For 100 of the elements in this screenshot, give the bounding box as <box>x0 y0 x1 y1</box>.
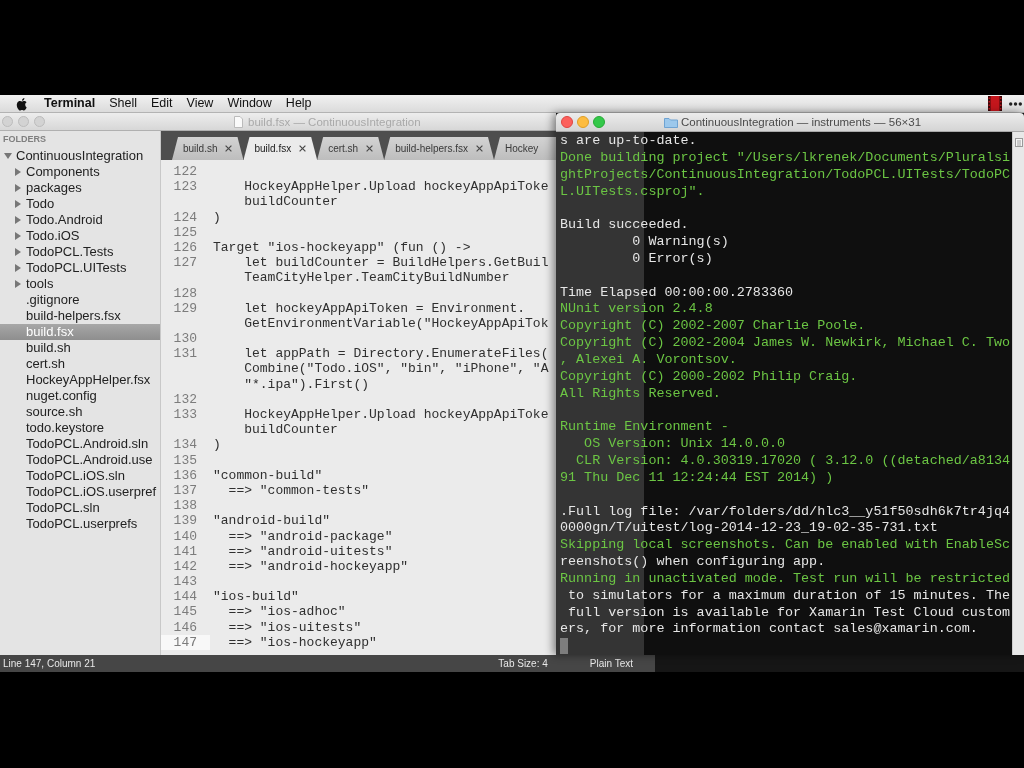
terminal-line: L.UITests.csproj". <box>560 183 705 201</box>
terminal-line: Build succeeded. <box>560 217 689 235</box>
code-line: Combine("Todo.iOS", "bin", "iPhone", "A <box>243 361 549 377</box>
menu-item[interactable]: Edit <box>143 95 180 112</box>
disclosure-triangle-icon[interactable] <box>14 232 22 240</box>
line-number: 144 <box>172 589 198 605</box>
sidebar-heading: FOLDERS <box>2 133 47 146</box>
tab[interactable]: cert.sh <box>317 137 385 160</box>
tab[interactable]: build.fsx <box>243 137 318 160</box>
tree-item[interactable]: HockeyAppHelper.fsx <box>0 372 160 388</box>
line-number: 129 <box>172 300 198 316</box>
line-number: 130 <box>172 331 198 347</box>
close-icon[interactable] <box>299 145 307 152</box>
tree-item[interactable]: TodoPCL.Tests <box>0 244 160 260</box>
terminal-line: s are up-to-date. <box>560 133 697 150</box>
code-line: ) <box>213 209 221 225</box>
tree-item[interactable]: todo.keystore <box>0 420 160 436</box>
terminal-line: 0 Warning(s) <box>631 234 729 251</box>
tab[interactable]: Hockey <box>494 137 556 160</box>
terminal-line: All Rights Reserved. <box>560 385 721 403</box>
code-line: HockeyAppHelper.Upload hockeyAppApiToke <box>243 179 549 195</box>
terminal-line: Time Elapsed 00:00:00.2783360 <box>560 284 794 302</box>
tree-item[interactable]: TodoPCL.iOS.sln <box>0 468 160 484</box>
close-icon[interactable] <box>225 145 233 152</box>
tree-item[interactable]: TodoPCL.sln <box>0 500 160 516</box>
tree-item[interactable]: TodoPCL.UITests <box>0 260 160 276</box>
tree-item[interactable]: cert.sh <box>0 356 160 372</box>
zoom-button[interactable] <box>593 116 605 128</box>
menu-item[interactable]: Shell <box>102 95 144 112</box>
code-line: let appPath = Directory.EnumerateFiles( <box>243 346 549 362</box>
disclosure-triangle-icon[interactable] <box>14 280 22 288</box>
scrollbar[interactable] <box>1012 132 1024 655</box>
tree-item[interactable]: build-helpers.fsx <box>0 308 160 324</box>
disclosure-triangle-icon[interactable] <box>14 248 22 256</box>
line-number: 126 <box>172 239 198 256</box>
code-line: ==> "ios-hockeyapp" <box>227 634 377 650</box>
line-number: 127 <box>172 255 198 271</box>
disclosure-triangle-icon[interactable] <box>14 168 22 176</box>
line-number: 141 <box>172 543 198 559</box>
line-number: 131 <box>172 346 198 362</box>
line-number: 146 <box>172 619 198 635</box>
code-line: ) <box>213 437 221 453</box>
tree-item[interactable]: Components <box>0 164 160 180</box>
code-line: ==> "ios-uitests" <box>227 619 362 635</box>
line-number: 134 <box>172 437 198 453</box>
tab[interactable]: build-helpers.fsx <box>384 137 494 160</box>
disclosure-triangle-icon[interactable] <box>4 152 12 160</box>
code-line: buildCounter <box>243 422 338 438</box>
tree-item[interactable]: Todo.Android <box>0 212 160 228</box>
close-icon[interactable] <box>476 145 483 152</box>
menu-item[interactable]: Help <box>278 95 319 112</box>
tree-item[interactable]: build.sh <box>0 340 160 356</box>
terminal-line: Runtime Environment - <box>560 419 729 437</box>
minimize-button[interactable] <box>577 116 589 128</box>
close-button[interactable] <box>561 116 573 128</box>
window-title: build.fsx — ContinuousIntegration <box>248 115 421 128</box>
terminal-line: reenshots() when configuring app. <box>560 554 826 571</box>
line-number: 128 <box>172 285 198 301</box>
syntax-selector[interactable]: Plain Text <box>589 658 633 669</box>
tree-item[interactable]: nuget.config <box>0 388 160 404</box>
app-menu[interactable]: Terminal <box>37 95 103 112</box>
tree-item[interactable]: packages <box>0 180 160 196</box>
terminal-line: 0 Error(s) <box>631 250 713 268</box>
menu-item[interactable]: View <box>179 95 221 112</box>
line-number: 136 <box>172 467 198 483</box>
tree-item[interactable]: Todo <box>0 196 160 212</box>
tree-item[interactable]: TodoPCL.Android.sln <box>0 436 160 452</box>
terminal-line: Copyright (C) 2000-2002 Philip Craig. <box>560 368 858 386</box>
window-title: ContinuousIntegration — instruments — 56×31 <box>681 116 922 128</box>
tree-item[interactable]: tools <box>0 276 160 292</box>
film-strip-icon[interactable] <box>988 96 1002 111</box>
code-line: GetEnvironmentVariable("HockeyAppApiTok <box>243 315 549 332</box>
tree-item[interactable]: .gitignore <box>0 292 160 308</box>
tree-item[interactable]: source.sh <box>0 404 160 420</box>
tree-item[interactable]: Todo.iOS <box>0 228 160 244</box>
tree-item[interactable]: ContinuousIntegration <box>0 148 160 164</box>
code-line: HockeyAppHelper.Upload hockeyAppApiToke <box>243 407 549 423</box>
disclosure-triangle-icon[interactable] <box>14 264 22 272</box>
tab-size-selector[interactable]: Tab Size: 4 <box>498 658 548 669</box>
disclosure-triangle-icon[interactable] <box>14 200 22 208</box>
line-number: 147 <box>161 634 210 650</box>
terminal-line: .Full log file: /var/folders/dd/hlc3__y51f50sdh6k7tr4jq4 <box>560 503 1010 521</box>
code-line: "common-build" <box>213 467 323 483</box>
tab[interactable]: build.sh <box>172 137 244 160</box>
apple-logo-icon[interactable] <box>16 96 27 111</box>
line-number: 135 <box>172 452 198 468</box>
terminal-line: Copyright (C) 2002-2007 Charlie Poole. <box>560 318 866 336</box>
tree-item[interactable]: TodoPCL.userprefs <box>0 516 160 532</box>
disclosure-triangle-icon[interactable] <box>14 184 22 192</box>
handle-icon[interactable] <box>1014 138 1023 147</box>
ellipsis-icon[interactable] <box>1009 101 1022 106</box>
close-icon[interactable] <box>366 145 374 152</box>
tree-item[interactable]: TodoPCL.Android.use <box>0 452 160 468</box>
terminal-line: CLR Version: 4.0.30319.17020 ( 3.12.0 ((detached/a8134 <box>575 453 1010 470</box>
line-number: 125 <box>172 224 198 240</box>
tree-item[interactable]: TodoPCL.iOS.userpref <box>0 484 160 500</box>
disclosure-triangle-icon[interactable] <box>14 216 22 224</box>
code-line: "ios-build" <box>213 589 299 605</box>
terminal-line: NUnit version 2.4.8 <box>560 301 713 319</box>
menu-item[interactable]: Window <box>220 95 279 112</box>
